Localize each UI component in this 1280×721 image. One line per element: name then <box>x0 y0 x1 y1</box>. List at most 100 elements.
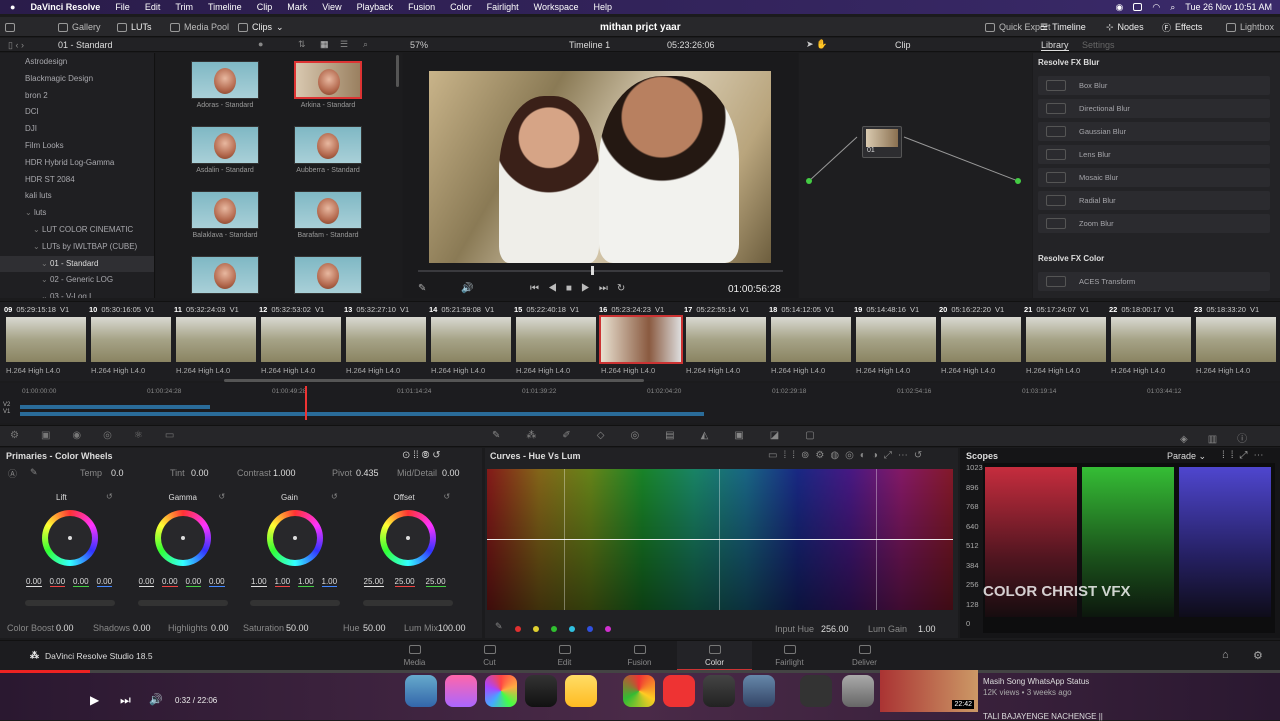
tree-item[interactable]: ⌄ LUTs by IWLTBAP (CUBE) <box>0 239 154 256</box>
panel-toggle[interactable] <box>5 17 15 37</box>
clip-thumbnail[interactable]: 12 05:32:53:02 V1 H.264 High L4.0 <box>259 302 343 382</box>
reset-icon[interactable]: ↺ <box>444 492 451 501</box>
clip-thumbnail[interactable]: 10 05:30:16:05 V1 H.264 High L4.0 <box>89 302 173 382</box>
menu-item-mark[interactable]: Mark <box>287 2 307 12</box>
hue-dot[interactable] <box>569 626 575 632</box>
menu-item-timeline[interactable]: Timeline <box>208 2 242 12</box>
hue-dot[interactable] <box>551 626 557 632</box>
clip-thumbnail[interactable]: 19 05:14:48:16 V1 H.264 High L4.0 <box>854 302 938 382</box>
tree-item[interactable]: ⌄ 03 - V-Log L <box>0 289 154 298</box>
volume-icon[interactable]: 🔊 <box>149 693 163 706</box>
media-pool-button[interactable]: Media Pool <box>170 17 229 37</box>
lut-thumbnail[interactable] <box>293 256 363 298</box>
hue-vs-lum-curve[interactable] <box>487 469 953 610</box>
clip-thumbnail[interactable]: 13 05:32:27:10 V1 H.264 High L4.0 <box>344 302 428 382</box>
step-back-icon[interactable]: ◀ <box>548 283 566 294</box>
launchpad-icon[interactable] <box>445 675 477 707</box>
tab-settings[interactable]: Settings <box>1082 40 1115 50</box>
blur-category-title[interactable]: Resolve FX Blur <box>1038 58 1099 67</box>
menu-item-view[interactable]: View <box>322 2 341 12</box>
scope-icons[interactable]: ⁞⁞⤢⋯ <box>1222 450 1270 461</box>
home-icon[interactable]: ⌂ <box>1222 649 1229 661</box>
curve-line[interactable] <box>487 539 953 540</box>
fx-item[interactable]: Lens Blur <box>1038 145 1270 164</box>
luts-button[interactable]: LUTs <box>117 17 152 37</box>
fx-item[interactable]: Box Blur <box>1038 76 1270 95</box>
lut-thumbnail[interactable]: Balaklava - Standard <box>190 191 260 246</box>
node-mode[interactable]: Clip <box>895 40 911 50</box>
wheel-value[interactable]: 0.00 <box>209 577 225 587</box>
hue-dot[interactable] <box>533 626 539 632</box>
tree-item[interactable]: ⌄ 01 - Standard <box>0 255 154 273</box>
timeline-name[interactable]: Timeline 1 <box>569 40 610 50</box>
skip-forward-icon[interactable]: ⏭ <box>599 283 617 294</box>
shadows-value[interactable]: 0.00 <box>133 623 151 633</box>
notes-icon[interactable] <box>565 675 597 707</box>
lut-thumbnail[interactable]: Arkina - Standard <box>293 61 363 116</box>
clip-thumbnail[interactable]: 15 05:22:40:18 V1 H.264 High L4.0 <box>514 302 598 382</box>
wheel-value[interactable]: 0.00 <box>96 577 113 587</box>
color-category-title[interactable]: Resolve FX Color <box>1038 254 1104 263</box>
reset-icon[interactable]: ↺ <box>106 492 113 501</box>
search-icon[interactable]: ⌕ <box>1170 2 1175 13</box>
right-tool-icons[interactable]: ◈▥ⓘ <box>1180 430 1267 445</box>
yt-title[interactable]: Masih Song WhatsApp Status <box>983 677 1089 686</box>
wheel-value[interactable]: 1.00 <box>298 577 314 587</box>
v1-track-clips[interactable] <box>20 412 704 416</box>
wheel-value[interactable]: 0.00 <box>26 577 42 587</box>
chevron-down-icon[interactable]: ⌄ <box>33 225 42 234</box>
clip-thumbnail[interactable]: 09 05:29:15:18 V1 H.264 High L4.0 <box>4 302 88 382</box>
nodes-button[interactable]: ⊹ Nodes <box>1106 17 1144 37</box>
wheel-value[interactable]: 0.00 <box>185 577 202 587</box>
wheel-value[interactable]: 0.00 <box>73 577 89 587</box>
reset-icon[interactable]: Ⓐ <box>8 467 17 480</box>
lightbox-button[interactable]: Lightbox <box>1226 17 1274 37</box>
volume-icon[interactable]: 🔊 <box>461 283 473 294</box>
contrast-value[interactable]: 1.000 <box>273 468 296 478</box>
chevron-down-icon[interactable]: ⌄ <box>25 208 34 217</box>
wheel-slider[interactable] <box>25 600 115 606</box>
menu-item-file[interactable]: File <box>115 2 130 12</box>
clip-thumbnail[interactable]: 16 05:23:24:23 V1 H.264 High L4.0 <box>599 302 683 382</box>
gallery-button[interactable]: Gallery <box>58 17 101 37</box>
wheel-value[interactable]: 0.00 <box>162 577 178 587</box>
tree-item[interactable]: HDR Hybrid Log-Gamma <box>0 155 154 172</box>
finder-icon[interactable] <box>405 675 437 707</box>
lut-scrollbar[interactable] <box>396 55 399 87</box>
wheel-value[interactable]: 0.00 <box>138 577 155 587</box>
tree-item[interactable]: ⌄ 02 - Generic LOG <box>0 272 154 289</box>
lummix-value[interactable]: 100.00 <box>438 623 466 633</box>
zoom-level[interactable]: 57% <box>410 40 428 50</box>
wheel-value[interactable]: 1.00 <box>251 577 267 587</box>
hue-dot[interactable] <box>587 626 593 632</box>
menu-item-color[interactable]: Color <box>450 2 472 12</box>
clip-thumbnail[interactable]: 18 05:14:12:05 V1 H.264 High L4.0 <box>769 302 853 382</box>
chevron-down-icon[interactable]: ⌄ <box>33 242 42 251</box>
menu-item-edit[interactable]: Edit <box>145 2 161 12</box>
lut-thumbnail[interactable]: Aubberra - Standard <box>293 126 363 181</box>
tree-item[interactable]: Astrodesign <box>0 54 154 71</box>
clip-thumbnail[interactable]: 11 05:32:24:03 V1 H.264 High L4.0 <box>174 302 258 382</box>
chrome-icon[interactable] <box>623 675 655 707</box>
window-icon[interactable] <box>1133 3 1143 11</box>
record-icon[interactable]: ◉ <box>1116 2 1124 13</box>
pencil-icon[interactable]: ✎ <box>418 283 426 294</box>
hue-value[interactable]: 50.00 <box>363 623 386 633</box>
node-editor[interactable] <box>799 53 1032 298</box>
v2-track-clip[interactable] <box>20 405 210 409</box>
stop-icon[interactable]: ■ <box>566 283 581 294</box>
tree-item[interactable]: DJI <box>0 121 154 138</box>
wheel-value[interactable]: 0.00 <box>49 577 66 587</box>
clip-thumbnail[interactable]: 14 05:21:59:08 V1 H.264 High L4.0 <box>429 302 513 382</box>
pointer-icon[interactable]: ➤ ✋ <box>806 39 827 50</box>
wheel-center-dot[interactable] <box>180 536 185 540</box>
wheel-center-dot[interactable] <box>68 536 72 540</box>
scrubber-playhead[interactable] <box>591 266 594 275</box>
tree-item[interactable]: Film Looks <box>0 138 154 155</box>
wheel-value[interactable]: 1.00 <box>321 577 338 587</box>
timeline-playhead[interactable] <box>305 386 307 420</box>
wheel-slider[interactable] <box>250 600 340 606</box>
tree-item[interactable]: kali luts <box>0 188 154 205</box>
menu-item-fusion[interactable]: Fusion <box>408 2 435 12</box>
colorboost-value[interactable]: 0.00 <box>56 623 74 633</box>
